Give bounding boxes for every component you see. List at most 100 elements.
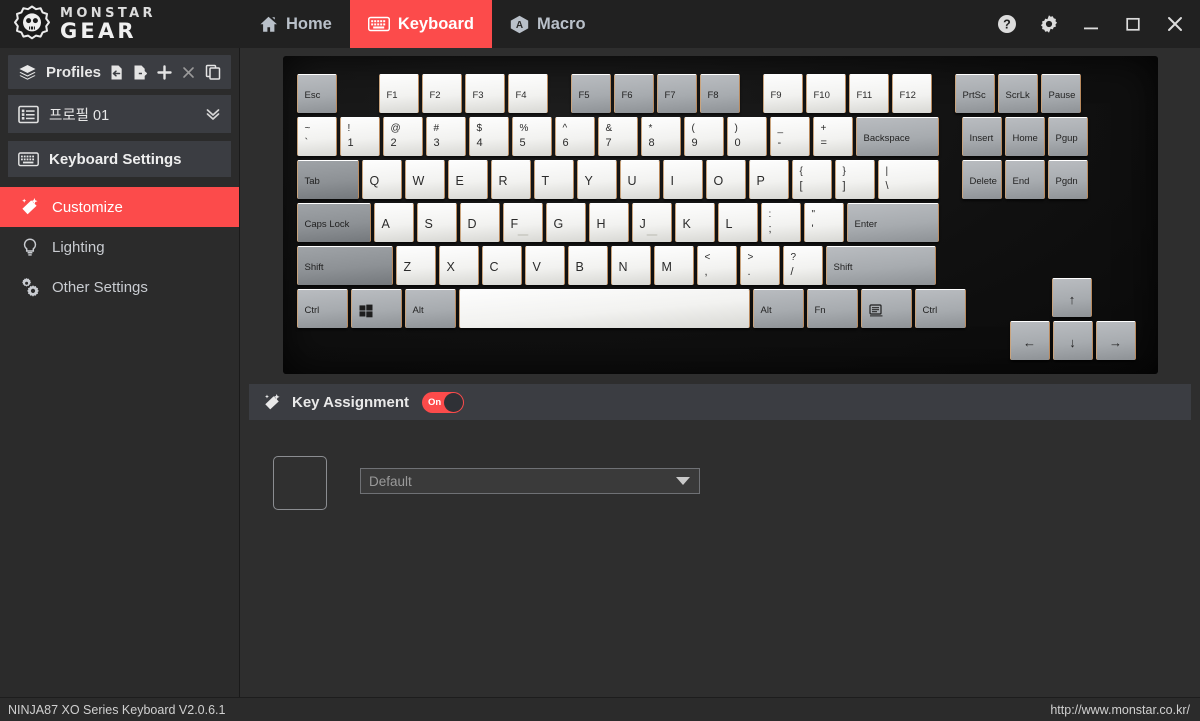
key-[interactable]: {[: [791, 160, 832, 199]
tab-macro[interactable]: A Macro: [492, 0, 604, 48]
key-f5[interactable]: F5: [570, 74, 611, 113]
key-pause[interactable]: Pause: [1040, 74, 1081, 113]
selected-key-preview[interactable]: [273, 456, 327, 510]
key-pgup[interactable]: Pgup: [1047, 117, 1088, 156]
key-[interactable]: _ -: [769, 117, 810, 156]
settings-gear-icon[interactable]: [1038, 13, 1060, 35]
profile-selector[interactable]: 프로필 01: [8, 95, 231, 133]
key-f11[interactable]: F11: [848, 74, 889, 113]
import-profile-icon[interactable]: [108, 64, 125, 81]
key-3[interactable]: #3: [425, 117, 466, 156]
key-1[interactable]: ! 1: [339, 117, 380, 156]
key-ctrl[interactable]: Ctrl: [914, 289, 966, 328]
key-prtsc[interactable]: PrtSc: [954, 74, 995, 113]
key-arrow-down[interactable]: ↓: [1052, 321, 1093, 360]
key-v[interactable]: V: [524, 246, 565, 285]
key-y[interactable]: Y: [576, 160, 617, 199]
key-[interactable]: [860, 289, 912, 328]
key-arrow-left[interactable]: ←: [1009, 321, 1050, 360]
key-2[interactable]: @2: [382, 117, 423, 156]
key-d[interactable]: D: [459, 203, 500, 242]
key-[interactable]: ~ `: [296, 117, 337, 156]
key-5[interactable]: % 5: [511, 117, 552, 156]
key-arrow-up[interactable]: ↑: [1052, 278, 1092, 317]
key-b[interactable]: B: [567, 246, 608, 285]
key-r[interactable]: R: [490, 160, 531, 199]
key-[interactable]: :;: [760, 203, 801, 242]
export-profile-icon[interactable]: [132, 64, 149, 81]
key-g[interactable]: G: [545, 203, 586, 242]
key-u[interactable]: U: [619, 160, 660, 199]
key-h[interactable]: H: [588, 203, 629, 242]
sidebar-item-other-settings[interactable]: Other Settings: [0, 267, 239, 307]
key-shift[interactable]: Shift: [825, 246, 936, 285]
key-s[interactable]: S: [416, 203, 457, 242]
close-icon[interactable]: [1164, 13, 1186, 35]
help-icon[interactable]: ?: [996, 13, 1018, 35]
key-[interactable]: [350, 289, 402, 328]
key-[interactable]: >.: [739, 246, 780, 285]
key-f12[interactable]: F12: [891, 74, 932, 113]
key-p[interactable]: P: [748, 160, 789, 199]
key-ctrl[interactable]: Ctrl: [296, 289, 348, 328]
maximize-icon[interactable]: [1122, 13, 1144, 35]
key-[interactable]: | \: [877, 160, 939, 199]
key-[interactable]: + =: [812, 117, 853, 156]
key-c[interactable]: C: [481, 246, 522, 285]
key-z[interactable]: Z: [395, 246, 436, 285]
key-alt[interactable]: Alt: [752, 289, 804, 328]
key-[interactable]: <,: [696, 246, 737, 285]
key-m[interactable]: M: [653, 246, 694, 285]
key-4[interactable]: $4: [468, 117, 509, 156]
key-9[interactable]: (9: [683, 117, 724, 156]
key-f9[interactable]: F9: [762, 74, 803, 113]
key-f4[interactable]: F4: [507, 74, 548, 113]
minimize-icon[interactable]: [1080, 13, 1102, 35]
key-pgdn[interactable]: Pgdn: [1047, 160, 1088, 199]
key-e[interactable]: E: [447, 160, 488, 199]
sidebar-item-lighting[interactable]: Lighting: [0, 227, 239, 267]
key-enter[interactable]: Enter: [846, 203, 939, 242]
add-profile-icon[interactable]: [156, 64, 173, 81]
key-w[interactable]: W: [404, 160, 445, 199]
key-q[interactable]: Q: [361, 160, 402, 199]
key-[interactable]: [458, 289, 750, 328]
key-n[interactable]: N: [610, 246, 651, 285]
key-f7[interactable]: F7: [656, 74, 697, 113]
key-f3[interactable]: F3: [464, 74, 505, 113]
key-f1[interactable]: F1: [378, 74, 419, 113]
tab-home[interactable]: Home: [241, 0, 350, 48]
key-f2[interactable]: F2: [421, 74, 462, 113]
key-f[interactable]: F: [502, 203, 543, 242]
key-alt[interactable]: Alt: [404, 289, 456, 328]
key-0[interactable]: ) 0: [726, 117, 767, 156]
delete-profile-icon[interactable]: [180, 64, 197, 81]
key-delete[interactable]: Delete: [961, 160, 1002, 199]
key-home[interactable]: Home: [1004, 117, 1045, 156]
key-7[interactable]: & 7: [597, 117, 638, 156]
key-t[interactable]: T: [533, 160, 574, 199]
key-[interactable]: " ': [803, 203, 844, 242]
key-6[interactable]: ^ 6: [554, 117, 595, 156]
key-function-dropdown[interactable]: Default: [360, 468, 700, 494]
key-assignment-toggle[interactable]: On: [421, 391, 464, 413]
key-arrow-right[interactable]: →: [1095, 321, 1136, 360]
key-f10[interactable]: F10: [805, 74, 846, 113]
chevron-down-icon[interactable]: [205, 107, 221, 121]
key-x[interactable]: X: [438, 246, 479, 285]
key-f8[interactable]: F8: [699, 74, 740, 113]
key-esc[interactable]: Esc: [296, 74, 337, 113]
sidebar-item-customize[interactable]: Customize: [0, 187, 239, 227]
key-i[interactable]: I: [662, 160, 703, 199]
key-o[interactable]: O: [705, 160, 746, 199]
key-a[interactable]: A: [373, 203, 414, 242]
key-fn[interactable]: Fn: [806, 289, 858, 328]
key-shift[interactable]: Shift: [296, 246, 393, 285]
key-j[interactable]: J: [631, 203, 672, 242]
key-backspace[interactable]: Backspace: [855, 117, 939, 156]
key-k[interactable]: K: [674, 203, 715, 242]
key-end[interactable]: End: [1004, 160, 1045, 199]
key-f6[interactable]: F6: [613, 74, 654, 113]
key-caps-lock[interactable]: Caps Lock: [296, 203, 371, 242]
key-[interactable]: }]: [834, 160, 875, 199]
